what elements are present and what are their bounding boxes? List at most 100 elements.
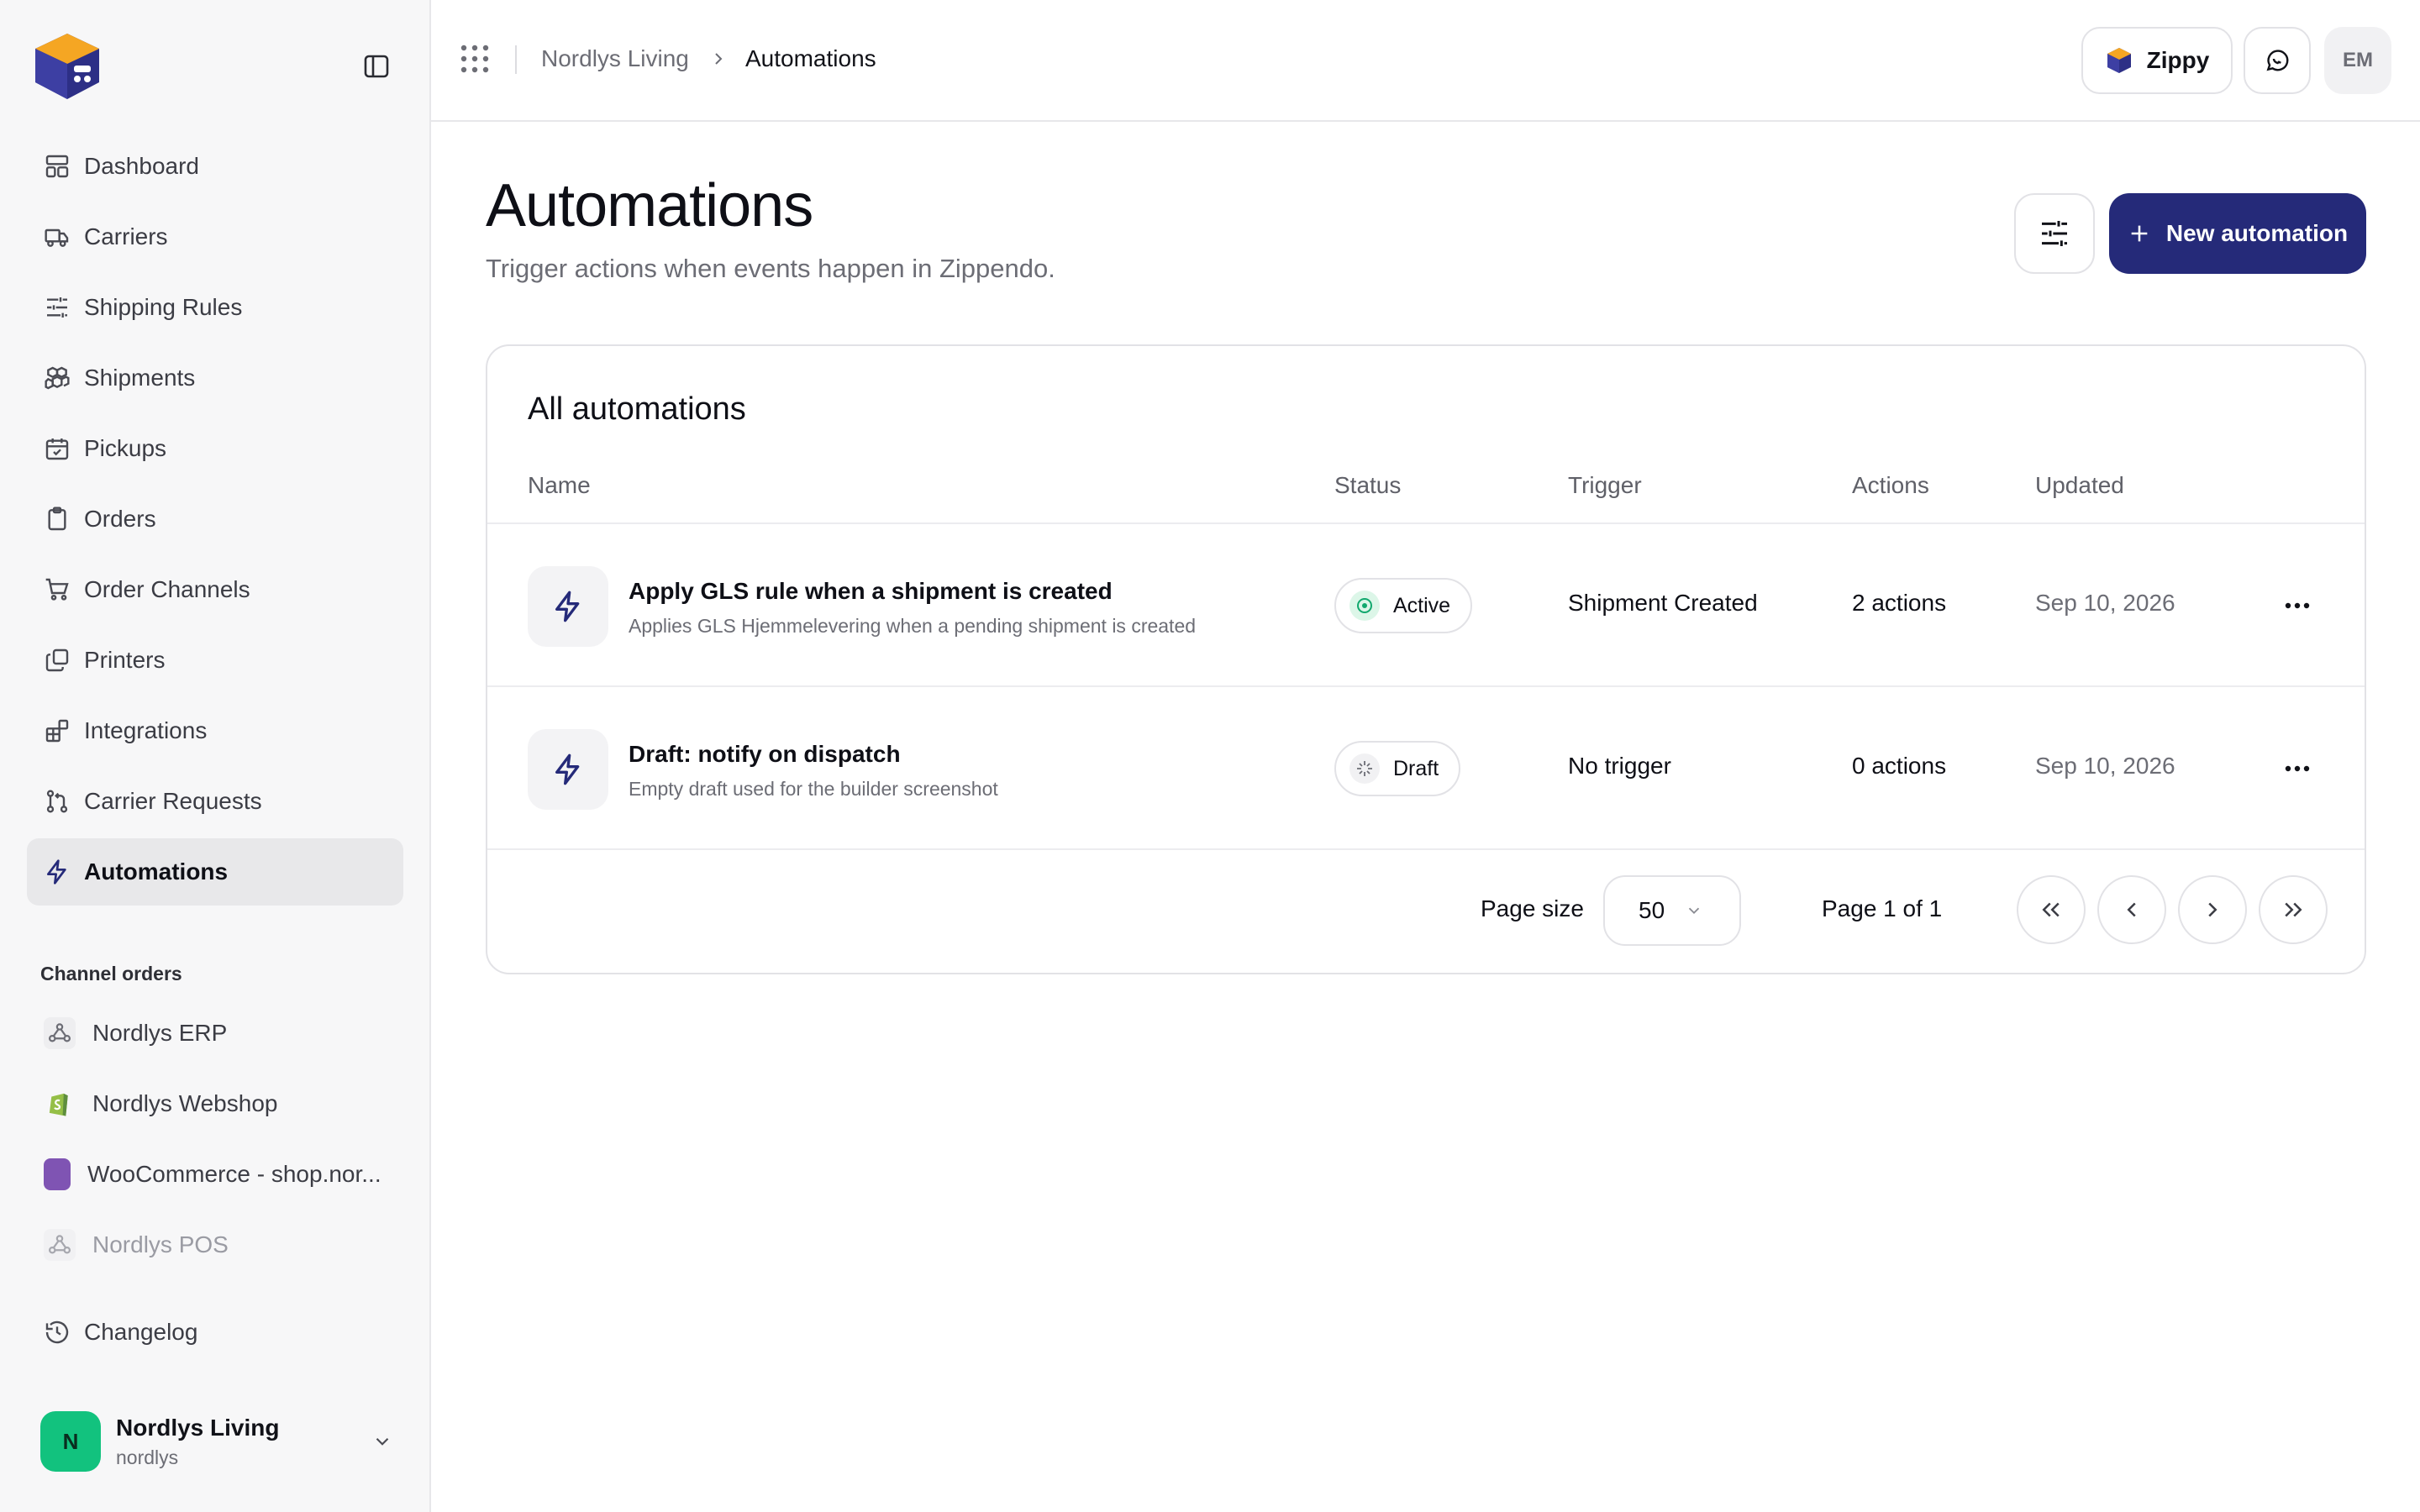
nav-item-order-channels[interactable]: Order Channels <box>27 556 403 623</box>
nav-label: Orders <box>84 506 156 532</box>
message-circle-icon <box>2266 50 2289 71</box>
page-info: Page 1 of 1 <box>1822 895 1943 921</box>
apps-grid-icon[interactable] <box>460 44 490 74</box>
bolt-icon <box>528 566 608 647</box>
org-slug: nordlys <box>116 1446 179 1468</box>
trigger-cell: Shipment Created <box>1568 590 1758 616</box>
channel-item-nordlys-webshop[interactable]: Nordlys Webshop <box>27 1070 403 1137</box>
row-more-button[interactable] <box>2281 591 2314 620</box>
zippy-assistant-button[interactable]: Zippy <box>2081 27 2233 94</box>
last-page-button[interactable] <box>2259 875 2328 944</box>
nav-item-shipping-rules[interactable]: Shipping Rules <box>27 274 403 341</box>
changelog-link[interactable]: Changelog <box>44 1319 197 1346</box>
channel-label: WooCommerce - shop.nor... <box>87 1161 381 1187</box>
zippy-label: Zippy <box>2146 47 2210 73</box>
table-divider <box>487 848 2365 850</box>
channel-item-nordlys-erp[interactable]: Nordlys ERP <box>27 1000 403 1067</box>
new-automation-label: New automation <box>2165 220 2349 246</box>
topbar: Nordlys Living Automations Zippy EM <box>431 0 2420 122</box>
status-badge: Active <box>1334 578 1473 633</box>
channel-list: Nordlys ERP Nordlys Webshop WooCommerce … <box>27 1000 403 1282</box>
sidebar-toggle-button[interactable] <box>360 52 393 81</box>
nav-item-pickups[interactable]: Pickups <box>27 415 403 482</box>
chevron-right-icon <box>2208 902 2217 917</box>
nav-item-shipments[interactable]: Shipments <box>27 344 403 412</box>
column-header-actions: Actions <box>1852 472 1929 498</box>
sidebar: Dashboard Carriers Shipping Rules Shipme… <box>0 0 431 1512</box>
cart-icon <box>45 578 69 601</box>
card-title: All automations <box>528 391 746 427</box>
first-page-button[interactable] <box>2017 875 2086 944</box>
user-avatar[interactable]: EM <box>2324 27 2391 94</box>
nav-label: Pickups <box>84 435 167 461</box>
nav-label: Dashboard <box>84 153 199 179</box>
actions-cell: 2 actions <box>1852 590 1947 616</box>
org-name: Nordlys Living <box>116 1414 280 1441</box>
status-label: Active <box>1393 593 1451 617</box>
channel-item-nordlys-pos[interactable]: Nordlys POS <box>27 1211 403 1278</box>
table-row[interactable]: Apply GLS rule when a shipment is create… <box>487 524 2365 687</box>
clipboard-icon <box>48 507 66 531</box>
table-row[interactable]: Draft: notify on dispatch Empty draft us… <box>487 687 2365 850</box>
previous-page-button[interactable] <box>2097 875 2166 944</box>
changelog-label: Changelog <box>84 1319 198 1345</box>
nav-item-integrations[interactable]: Integrations <box>27 697 403 764</box>
channel-label: Nordlys ERP <box>92 1020 228 1046</box>
trigger-cell: No trigger <box>1568 753 1671 779</box>
woocommerce-icon <box>44 1158 71 1190</box>
nav-item-carriers[interactable]: Carriers <box>27 203 403 270</box>
chevron-down-icon <box>376 1437 389 1446</box>
breadcrumb-current: Automations <box>745 45 876 71</box>
chevron-left-icon <box>2127 902 2136 917</box>
column-header-trigger: Trigger <box>1568 472 1642 498</box>
webhook-icon <box>44 1017 76 1049</box>
nav-item-carrier-requests[interactable]: Carrier Requests <box>27 768 403 835</box>
boxes-icon <box>45 366 70 390</box>
row-more-button[interactable] <box>2281 754 2314 783</box>
nav-item-automations[interactable]: Automations <box>27 838 403 906</box>
new-automation-button[interactable]: New automation <box>2109 193 2366 274</box>
nav-item-dashboard[interactable]: Dashboard <box>27 133 403 200</box>
page-size-label: Page size <box>1481 895 1584 921</box>
channel-item-woocommerce[interactable]: WooCommerce - shop.nor... <box>27 1141 403 1208</box>
plus-icon <box>2131 225 2148 242</box>
nav-item-orders[interactable]: Orders <box>27 486 403 553</box>
page-subtitle: Trigger actions when events happen in Zi… <box>486 254 1055 283</box>
sliders-icon <box>47 297 67 318</box>
sparkle-draft-icon <box>1349 753 1380 784</box>
updated-cell: Sep 10, 2026 <box>2035 590 2175 616</box>
history-icon <box>45 1320 69 1344</box>
automations-card: All automations Name Status Trigger Acti… <box>486 344 2366 974</box>
nav-label: Carriers <box>84 223 168 249</box>
page-size-select[interactable]: 50 <box>1603 875 1741 946</box>
channel-orders-heading: Channel orders <box>40 963 182 984</box>
nav-label: Carrier Requests <box>84 788 262 814</box>
nav-item-printers[interactable]: Printers <box>27 627 403 694</box>
column-header-status: Status <box>1334 472 1402 498</box>
zippendo-logo[interactable] <box>30 29 104 102</box>
filter-settings-button[interactable] <box>2014 193 2095 274</box>
webhook-icon <box>44 1229 76 1261</box>
more-horizontal-icon <box>2285 602 2310 609</box>
calendar-check-icon <box>45 438 69 460</box>
sidebar-panel-icon <box>364 55 389 78</box>
feedback-button[interactable] <box>2244 27 2311 94</box>
nav-label: Automations <box>84 858 229 885</box>
git-pull-icon <box>46 790 68 813</box>
dashboard-icon <box>45 155 69 178</box>
active-status-icon <box>1349 591 1380 621</box>
page-size-value: 50 <box>1639 897 1665 923</box>
nav-label: Order Channels <box>84 576 250 602</box>
chevrons-left-icon <box>2042 902 2060 917</box>
breadcrumb-org[interactable]: Nordlys Living <box>541 45 689 72</box>
bolt-icon <box>528 729 608 810</box>
column-header-name: Name <box>528 472 591 498</box>
next-page-button[interactable] <box>2178 875 2247 944</box>
org-switcher[interactable]: N Nordlys Living nordlys <box>40 1410 393 1473</box>
nav-label: Integrations <box>84 717 208 743</box>
automation-name[interactable]: Apply GLS rule when a shipment is create… <box>629 578 1113 605</box>
bolt-icon <box>47 859 66 885</box>
org-avatar: N <box>40 1411 101 1472</box>
automation-name[interactable]: Draft: notify on dispatch <box>629 741 901 768</box>
page-title: Automations <box>486 172 813 239</box>
